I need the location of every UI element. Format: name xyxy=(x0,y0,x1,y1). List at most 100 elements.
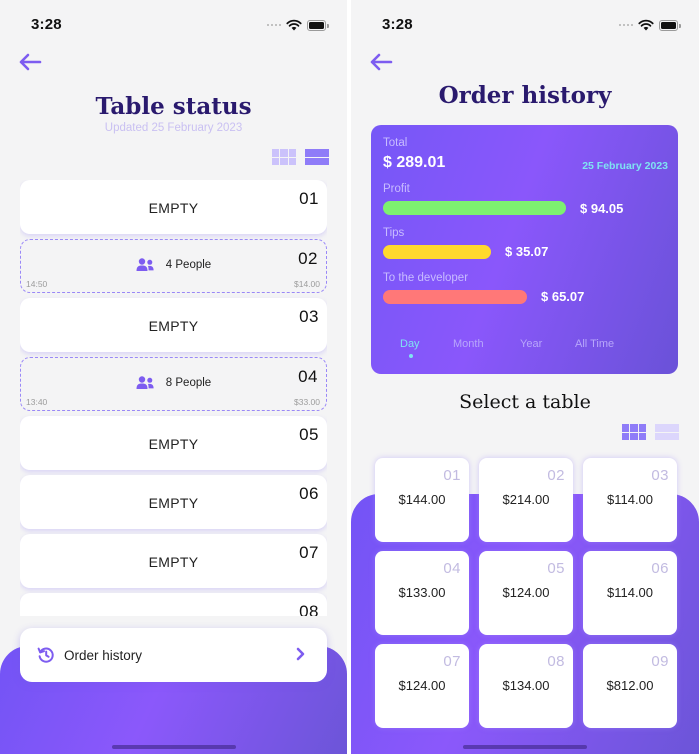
battery-icon xyxy=(307,19,329,31)
table-price: $124.00 xyxy=(502,585,550,600)
tab-year[interactable]: Year xyxy=(520,338,542,350)
table-number: 07 xyxy=(443,653,461,670)
table-number: 06 xyxy=(651,560,669,577)
view-toggle xyxy=(622,424,679,440)
grid-table-card-09[interactable]: 09 $812.00 xyxy=(583,644,677,728)
battery-icon xyxy=(659,19,681,31)
summary-card: Total $ 289.01 25 February 2023 Profit $… xyxy=(371,125,678,374)
back-arrow-icon[interactable] xyxy=(369,52,393,72)
order-history-label: Order history xyxy=(64,647,143,663)
table-status: EMPTY xyxy=(148,436,199,452)
table-status: EMPTY xyxy=(148,554,199,570)
tab-all-time[interactable]: All Time xyxy=(575,338,614,350)
active-tab-indicator xyxy=(409,354,413,358)
profit-label: Profit xyxy=(383,183,410,195)
grid-view-icon[interactable] xyxy=(622,424,646,440)
status-time: 3:28 xyxy=(382,16,413,33)
people-icon xyxy=(136,376,154,389)
status-bar: 3:28 xyxy=(0,0,347,44)
grid-table-card-06[interactable]: 06 $114.00 xyxy=(583,551,677,635)
total-value: $ 289.01 xyxy=(383,154,446,171)
grid-table-card-02[interactable]: 02 $214.00 xyxy=(479,458,573,542)
table-price: $14.00 xyxy=(294,279,320,289)
table-number: 03 xyxy=(651,467,669,484)
table-number: 09 xyxy=(651,653,669,670)
table-card-02[interactable]: 02 4 People 14:50 $14.00 xyxy=(20,239,327,293)
table-number: 08 xyxy=(547,653,565,670)
grid-table-card-07[interactable]: 07 $124.00 xyxy=(375,644,469,728)
table-price: $133.00 xyxy=(398,585,446,600)
table-card-08[interactable]: 08EMPTY xyxy=(20,593,327,616)
updated-subtitle: Updated 25 February 2023 xyxy=(104,122,243,134)
people-label: 8 People xyxy=(165,377,212,389)
signal-icon xyxy=(267,24,281,26)
status-bar: 3:28 xyxy=(351,0,699,44)
order-history-screen: 3:28 Order history Total $ 289.01 25 Feb… xyxy=(351,0,699,754)
table-time: 14:50 xyxy=(26,279,48,289)
developer-value: $ 65.07 xyxy=(541,289,585,304)
tab-month[interactable]: Month xyxy=(453,338,484,350)
table-price: $134.00 xyxy=(502,678,550,693)
grid-table-card-01[interactable]: 01 $144.00 xyxy=(375,458,469,542)
table-price: $114.00 xyxy=(606,492,654,507)
table-card-04[interactable]: 04 8 People 13:40 $33.00 xyxy=(20,357,327,411)
table-price: $114.00 xyxy=(606,585,654,600)
people-icon xyxy=(136,258,154,271)
signal-icon xyxy=(619,24,633,26)
page-title: Table status xyxy=(95,93,252,120)
table-price: $33.00 xyxy=(294,397,320,407)
tips-bar xyxy=(383,245,491,259)
home-indicator xyxy=(111,745,236,749)
table-price: $214.00 xyxy=(502,492,550,507)
people-label: 4 People xyxy=(165,259,212,271)
table-card-03[interactable]: 03 EMPTY xyxy=(20,298,327,352)
table-card-06[interactable]: 06 EMPTY xyxy=(20,475,327,529)
page-title: Order history xyxy=(438,82,612,109)
table-number: 04 xyxy=(443,560,461,577)
table-list[interactable]: 01 EMPTY 02 4 People 14:50 $14.00 03 EMPTY 04 8 P… xyxy=(20,180,327,616)
wifi-icon xyxy=(286,19,302,31)
table-status: EMPTY xyxy=(20,613,327,616)
table-card-05[interactable]: 05 EMPTY xyxy=(20,416,327,470)
grid-table-card-05[interactable]: 05 $124.00 xyxy=(479,551,573,635)
table-number: 01 xyxy=(443,467,461,484)
developer-label: To the developer xyxy=(383,272,469,284)
status-time: 3:28 xyxy=(31,16,62,33)
table-price: $124.00 xyxy=(398,678,446,693)
view-toggle xyxy=(272,149,329,165)
total-label: Total xyxy=(383,137,408,149)
back-arrow-icon[interactable] xyxy=(18,52,42,72)
table-time: 13:40 xyxy=(26,397,48,407)
tab-day[interactable]: Day xyxy=(400,338,420,350)
table-price: $812.00 xyxy=(606,678,654,693)
list-view-icon[interactable] xyxy=(655,424,679,440)
chevron-right-icon xyxy=(296,647,305,661)
tips-value: $ 35.07 xyxy=(505,244,549,259)
section-title: Select a table xyxy=(459,391,591,413)
status-icons xyxy=(267,19,329,31)
table-status: EMPTY xyxy=(148,200,199,216)
grid-view-icon[interactable] xyxy=(272,149,296,165)
people-count: 8 People xyxy=(21,376,326,390)
order-history-button[interactable]: Order history xyxy=(20,628,327,682)
grid-table-card-08[interactable]: 08 $134.00 xyxy=(479,644,573,728)
wifi-icon xyxy=(638,19,654,31)
table-price: $144.00 xyxy=(398,492,446,507)
table-number: 05 xyxy=(547,560,565,577)
table-status: EMPTY xyxy=(148,495,199,511)
home-indicator xyxy=(463,745,587,749)
history-icon xyxy=(37,647,54,663)
table-card-07[interactable]: 07 EMPTY xyxy=(20,534,327,588)
grid-table-card-03[interactable]: 03 $114.00 xyxy=(583,458,677,542)
developer-bar xyxy=(383,290,527,304)
table-grid: 01 $144.00 02 $214.00 03 $114.00 04 $133.00 05 $1… xyxy=(375,458,677,728)
status-icons xyxy=(619,19,681,31)
grid-table-card-04[interactable]: 04 $133.00 xyxy=(375,551,469,635)
list-view-icon[interactable] xyxy=(305,149,329,165)
profit-value: $ 94.05 xyxy=(580,201,624,216)
summary-date: 25 February 2023 xyxy=(582,160,668,172)
table-card-01[interactable]: 01 EMPTY xyxy=(20,180,327,234)
tips-label: Tips xyxy=(383,227,405,239)
table-number: 02 xyxy=(547,467,565,484)
people-count: 4 People xyxy=(21,258,326,272)
